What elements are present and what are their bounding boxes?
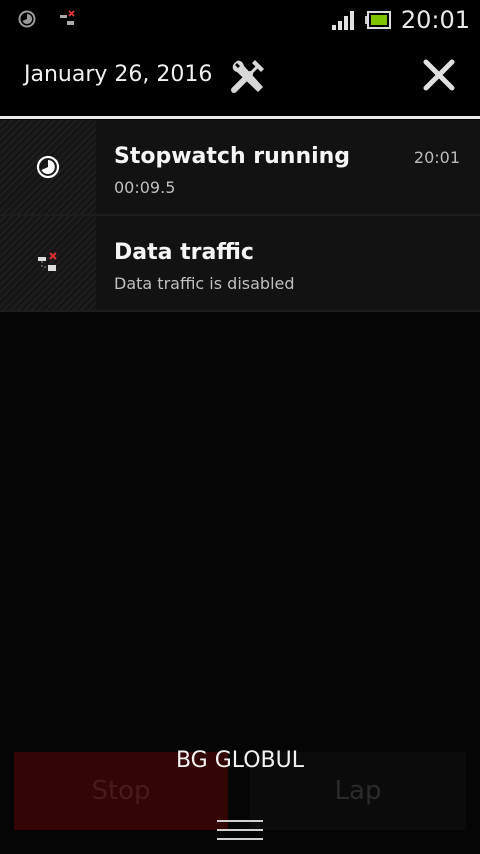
battery-icon — [364, 11, 391, 29]
notification-title: Data traffic — [114, 240, 254, 265]
notification-subtitle: 00:09.5 — [114, 178, 176, 197]
notification-subtitle: Data traffic is disabled — [114, 274, 295, 293]
close-icon — [423, 59, 455, 91]
stopwatch-icon — [36, 155, 60, 179]
notification-icon-box — [0, 120, 96, 214]
notification-header: January 26, 2016 — [0, 40, 480, 116]
close-button[interactable] — [420, 56, 458, 98]
date-label: January 26, 2016 — [24, 62, 213, 87]
status-right-icons: 20:01 — [331, 6, 470, 34]
notification-stopwatch[interactable]: Stopwatch running 00:09.5 20:01 — [0, 120, 480, 216]
status-clock: 20:01 — [400, 6, 470, 34]
signal-icon — [331, 11, 354, 30]
notification-time: 20:01 — [413, 148, 460, 167]
notification-icon-box — [0, 216, 96, 310]
tools-icon — [231, 60, 264, 93]
notification-data-traffic[interactable]: Data traffic Data traffic is disabled — [0, 216, 480, 312]
stopwatch-icon — [18, 10, 36, 28]
drag-handle-icon[interactable] — [217, 818, 263, 844]
status-bar: 20:01 — [0, 0, 480, 40]
data-traffic-disabled-icon — [60, 10, 75, 25]
header-divider — [0, 116, 480, 119]
carrier-label: BG GLOBUL — [175, 748, 305, 773]
settings-button[interactable] — [228, 56, 268, 100]
status-left-icons — [18, 10, 78, 28]
notification-title: Stopwatch running — [114, 144, 351, 169]
data-traffic-disabled-icon — [38, 252, 57, 271]
